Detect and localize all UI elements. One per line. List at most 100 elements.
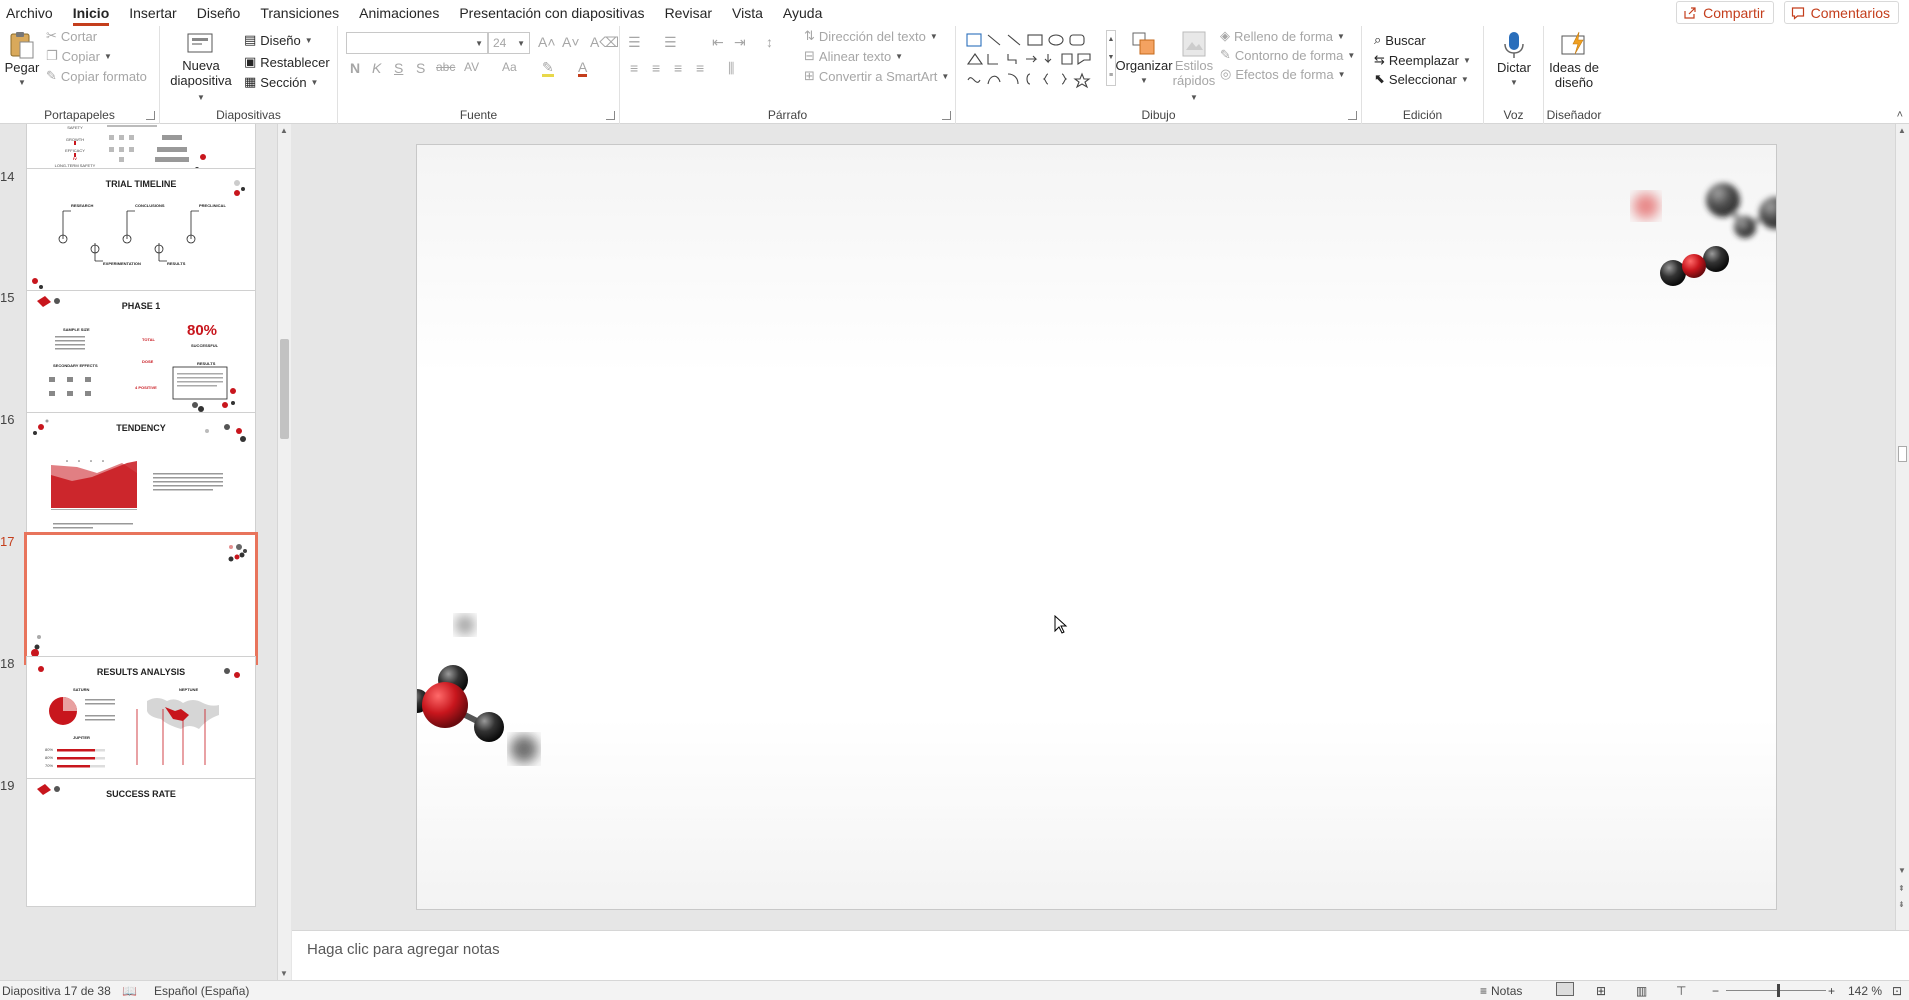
- dialog-launcher-icon[interactable]: [942, 111, 951, 120]
- tab-transiciones[interactable]: Transiciones: [250, 0, 349, 26]
- slideshow-icon[interactable]: ⊤: [1676, 984, 1686, 998]
- grow-font-icon[interactable]: A˄: [538, 34, 556, 50]
- previous-slide-icon[interactable]: ⇞: [1898, 884, 1905, 893]
- copy-button[interactable]: ❐ Copiar ▼: [46, 48, 112, 64]
- decrease-indent-icon[interactable]: ⇤: [712, 34, 724, 51]
- dialog-launcher-icon[interactable]: [1348, 111, 1357, 120]
- shape-outline-button[interactable]: ✎ Contorno de forma ▼: [1220, 47, 1355, 63]
- scroll-up-icon[interactable]: ▲: [1898, 126, 1906, 135]
- replace-button[interactable]: ⇆ Reemplazar ▼: [1374, 52, 1471, 68]
- format-painter-button[interactable]: ✎ Copiar formato: [46, 68, 147, 84]
- slide-sorter-icon[interactable]: ⊞: [1596, 984, 1606, 998]
- dictate-button[interactable]: Dictar ▼: [1490, 30, 1538, 90]
- font-size-combo[interactable]: 24 ▼: [488, 32, 530, 54]
- new-slide-button[interactable]: Nueva diapositiva ▼: [166, 30, 236, 105]
- dialog-launcher-icon[interactable]: [606, 111, 615, 120]
- arrange-button[interactable]: Organizar ▼: [1115, 30, 1173, 88]
- normal-view-icon[interactable]: [1556, 982, 1574, 996]
- align-right-icon[interactable]: ≡: [674, 60, 682, 76]
- italic-button[interactable]: K: [372, 60, 381, 76]
- tab-diseno[interactable]: Diseño: [187, 0, 251, 26]
- group-parrafo: ☰ ☰ ⇤ ⇥ ↕ ⇅ Dirección del texto ▼ ⊟ Alinear…: [620, 26, 956, 124]
- spell-check-icon[interactable]: 📖: [122, 984, 137, 998]
- align-text-button[interactable]: ⊟ Alinear texto ▼: [804, 48, 903, 64]
- smartart-button[interactable]: ⊞ Convertir a SmartArt ▼: [804, 68, 949, 84]
- editor-scrollbar[interactable]: ▲ ▼ ⇞ ⇟: [1895, 124, 1909, 930]
- slide-thumbnail-17-selected[interactable]: [24, 532, 258, 665]
- comments-button[interactable]: Comentarios: [1783, 1, 1899, 24]
- slide-thumbnail-14[interactable]: TRIAL TIMELINE RESEARCH CONCLUSIONS PREC…: [26, 168, 256, 297]
- quick-styles-button[interactable]: Estilos rápidos ▼: [1170, 30, 1218, 105]
- scroll-up-icon[interactable]: ▲: [280, 126, 288, 135]
- shadow-button[interactable]: S: [416, 60, 425, 76]
- zoom-in-icon[interactable]: +: [1828, 984, 1835, 998]
- t15-label: SECONDARY EFFECTS: [53, 363, 98, 368]
- tab-presentacion[interactable]: Presentación con diapositivas: [449, 0, 654, 26]
- select-button[interactable]: ⬉ Seleccionar ▼: [1374, 71, 1469, 87]
- justify-icon[interactable]: ≡: [696, 60, 704, 76]
- highlight-icon[interactable]: ✎: [542, 60, 554, 77]
- zoom-slider[interactable]: [1726, 984, 1826, 997]
- bullets-icon[interactable]: ☰: [628, 34, 641, 51]
- scroll-down-icon[interactable]: ▼: [1898, 866, 1906, 875]
- shapes-gallery[interactable]: [966, 32, 1104, 92]
- clear-format-icon[interactable]: A⌫: [590, 34, 619, 51]
- underline-button[interactable]: S: [394, 60, 403, 76]
- tab-inicio[interactable]: Inicio: [63, 0, 120, 26]
- search-icon: ⌕: [1374, 32, 1382, 47]
- increase-indent-icon[interactable]: ⇥: [734, 34, 746, 51]
- scrollbar-thumb[interactable]: [1898, 446, 1907, 462]
- t15-label: RESULTS: [197, 361, 216, 366]
- numbering-icon[interactable]: ☰: [664, 34, 677, 51]
- tab-revisar[interactable]: Revisar: [655, 0, 722, 26]
- share-button[interactable]: Compartir: [1676, 1, 1774, 24]
- t13-label: SAFETY: [67, 125, 83, 130]
- slide-thumbnail-19[interactable]: SUCCESS RATE: [26, 778, 256, 907]
- zoom-slider-thumb[interactable]: [1777, 984, 1780, 997]
- text-direction-button[interactable]: ⇅ Dirección del texto ▼: [804, 28, 938, 44]
- slide-canvas[interactable]: [416, 144, 1777, 910]
- slide-thumbnail-16[interactable]: TENDENCY: [26, 412, 256, 541]
- align-left-icon[interactable]: ≡: [630, 60, 638, 76]
- language-indicator[interactable]: Español (España): [154, 984, 249, 998]
- notes-toggle-button[interactable]: ≡ Notas: [1480, 984, 1522, 998]
- font-name-combo[interactable]: ▼: [346, 32, 488, 54]
- tab-animaciones[interactable]: Animaciones: [349, 0, 449, 26]
- cut-button[interactable]: ✂ Cortar: [46, 28, 97, 44]
- char-spacing-button[interactable]: AV: [464, 60, 479, 74]
- design-ideas-button[interactable]: Ideas de diseño: [1548, 30, 1600, 90]
- line-spacing-icon[interactable]: ↕: [766, 34, 773, 50]
- reset-icon: ▣: [244, 54, 257, 69]
- shape-fill-button[interactable]: ◈ Relleno de forma ▼: [1220, 28, 1345, 44]
- font-color-icon[interactable]: A: [578, 60, 588, 77]
- columns-icon[interactable]: ⫼: [728, 60, 734, 77]
- zoom-level[interactable]: 142 %: [1848, 984, 1882, 998]
- bold-button[interactable]: N: [350, 60, 360, 76]
- scrollbar-thumb[interactable]: [280, 339, 289, 439]
- reset-button[interactable]: ▣ Restablecer: [244, 54, 330, 70]
- tab-archivo[interactable]: Archivo: [0, 0, 63, 26]
- thumbnails-scrollbar[interactable]: ▲ ▼: [277, 124, 291, 980]
- shape-effects-button[interactable]: ◎ Efectos de forma ▼: [1220, 66, 1346, 82]
- tab-insertar[interactable]: Insertar: [119, 0, 186, 26]
- find-button[interactable]: ⌕ Buscar: [1374, 32, 1426, 48]
- slide-thumbnail-18[interactable]: RESULTS ANALYSIS SATURN NEPTUNE JUPITER …: [26, 656, 256, 785]
- slide-thumbnail-15[interactable]: PHASE 1 SAMPLE SIZE SECONDARY EFFECTS TO…: [26, 290, 256, 419]
- paste-button[interactable]: Pegar ▼: [4, 30, 40, 90]
- fit-to-window-icon[interactable]: ⊡: [1892, 984, 1902, 998]
- align-center-icon[interactable]: ≡: [652, 60, 660, 76]
- shrink-font-icon[interactable]: A˅: [562, 34, 580, 50]
- dialog-launcher-icon[interactable]: [146, 111, 155, 120]
- collapse-ribbon-icon[interactable]: ˄: [1897, 109, 1903, 121]
- next-slide-icon[interactable]: ⇟: [1898, 900, 1905, 909]
- section-button[interactable]: ▦ Sección ▼: [244, 74, 318, 90]
- tab-ayuda[interactable]: Ayuda: [773, 0, 832, 26]
- notes-pane[interactable]: Haga clic para agregar notas: [292, 930, 1909, 980]
- strikethrough-button[interactable]: abc: [436, 60, 455, 74]
- scroll-down-icon[interactable]: ▼: [280, 969, 288, 978]
- reading-view-icon[interactable]: ▥: [1636, 984, 1647, 998]
- zoom-out-icon[interactable]: −: [1712, 984, 1719, 998]
- layout-button[interactable]: ▤ Diseño ▼: [244, 32, 313, 48]
- tab-vista[interactable]: Vista: [722, 0, 773, 26]
- change-case-button[interactable]: Aa: [502, 60, 517, 74]
